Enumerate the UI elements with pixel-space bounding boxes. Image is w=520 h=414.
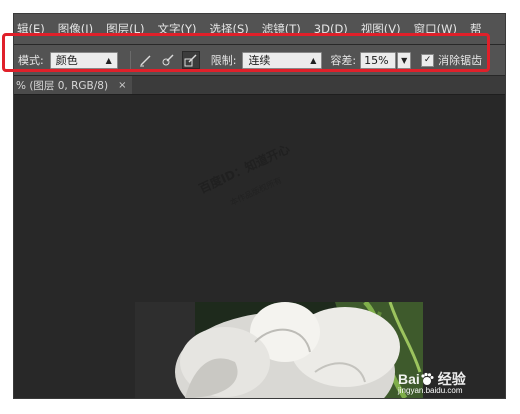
document-tab-title: % (图层 0, RGB/8) <box>16 79 109 92</box>
close-icon[interactable]: × <box>118 80 126 91</box>
highlight-box <box>2 33 490 72</box>
canvas-image <box>135 302 423 398</box>
document-tab-strip: % (图层 0, RGB/8) × <box>14 76 505 95</box>
baidu-url: jingyan.baidu.com <box>398 386 463 395</box>
flower-photo <box>135 302 423 398</box>
baidu-paw-icon <box>421 372 434 385</box>
baidu-logo-text: Bai <box>398 371 420 387</box>
document-tab[interactable]: % (图层 0, RGB/8) × <box>14 76 133 94</box>
